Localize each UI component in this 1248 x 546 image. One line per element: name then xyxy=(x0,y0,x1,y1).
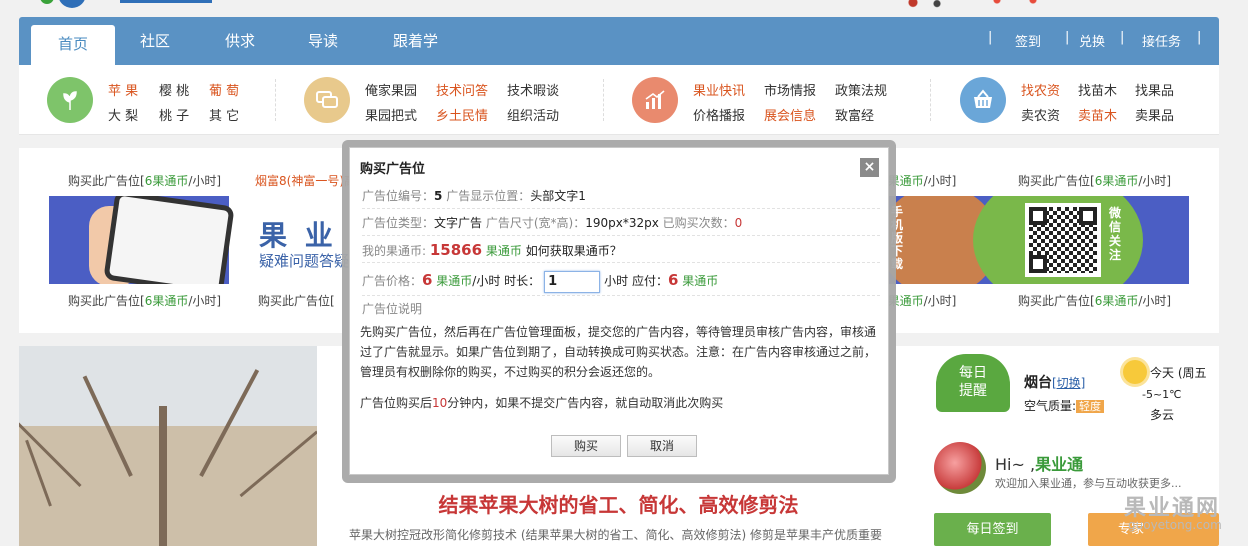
tree-branch xyxy=(25,439,52,507)
switch-city-link[interactable]: [切换] xyxy=(1052,376,1085,390)
cat-apple[interactable]: 苹 果 xyxy=(108,80,138,99)
cat-pear[interactable]: 大 梨 xyxy=(108,105,138,124)
cat-find-supplies[interactable]: 找农资 xyxy=(1021,80,1060,99)
cat-find-seedlings[interactable]: 找苗木 xyxy=(1078,80,1117,99)
cat-sell-supplies[interactable]: 卖农资 xyxy=(1021,105,1060,124)
ad-slot-info-row: 广告位编号：5 广告显示位置：头部文字1 xyxy=(362,183,880,209)
exchange-link[interactable]: 兑换 xyxy=(1079,31,1105,50)
cat-policy[interactable]: 政策法规 xyxy=(835,80,887,99)
tab-community[interactable]: 社区 xyxy=(140,30,170,51)
checkin-link[interactable]: 签到 xyxy=(1015,31,1041,50)
description-label: 广告位说明 xyxy=(362,302,423,316)
timeout-note: 广告位购买后10分钟内，如果不提交广告内容，就自动取消此次购买 xyxy=(360,396,724,410)
basket-icon xyxy=(960,77,1006,123)
leaf-icon xyxy=(47,77,93,123)
qr-code-icon xyxy=(1025,203,1101,277)
ad-slot[interactable]: 购买此广告位[6果通币/小时] xyxy=(68,292,221,309)
cat-market[interactable]: 市场情报 xyxy=(764,80,816,99)
tab-home[interactable]: 首页 xyxy=(31,25,115,65)
cat-tech-chat[interactable]: 技术暇谈 xyxy=(507,80,559,99)
divider xyxy=(603,79,604,121)
chart-icon xyxy=(632,77,678,123)
cat-expo[interactable]: 展会信息 xyxy=(764,105,816,124)
decoration xyxy=(895,0,955,12)
cat-grape[interactable]: 葡 萄 xyxy=(209,80,239,99)
tab-guide[interactable]: 导读 xyxy=(308,30,338,51)
decoration xyxy=(985,0,1045,8)
avatar[interactable] xyxy=(934,442,986,494)
nav-separator: | xyxy=(1197,30,1202,45)
top-strip xyxy=(0,0,1248,16)
close-icon[interactable]: × xyxy=(860,158,879,177)
ad-type-row: 广告位类型：文字广告 广告尺寸(宽*高)：190px*32px 已购买次数：0 xyxy=(362,210,880,236)
weather-today: 今天 (周五 xyxy=(1150,366,1207,380)
sun-icon xyxy=(1123,360,1147,384)
daily-checkin-button[interactable]: 每日签到 xyxy=(934,513,1051,546)
description-text: 先购买广告位，然后再在广告位管理面板，提交您的广告内容，等待管理员审核广告内容，… xyxy=(360,325,877,379)
buy-button[interactable]: 购买 xyxy=(551,435,621,457)
phone-image xyxy=(103,196,235,284)
cat-cherry[interactable]: 樱 桃 xyxy=(159,80,189,99)
greeting: Hi~ ,果业通 xyxy=(995,455,1084,474)
logo-leaf xyxy=(40,0,54,4)
ad-slot[interactable]: 购买此广告位[6果通币/小时] xyxy=(1018,172,1171,189)
ad-slot[interactable]: 购买此广告位[6果通币/小时] xyxy=(68,172,221,189)
category-bar: 苹 果 樱 桃 葡 萄 大 梨 桃 子 其 它 俺家果园 技术问答 技术暇谈 果… xyxy=(19,65,1219,135)
weather-desc: 多云 xyxy=(1150,408,1175,422)
sky xyxy=(19,346,317,426)
banner-subtitle: 疑难问题答疑 xyxy=(259,252,350,270)
main-nav: 首页 社区 供求 导读 跟着学 | 签到 | 兑换 | 接任务 | xyxy=(19,17,1219,65)
welcome-text: 欢迎加入果业通，参与互动收获更多... xyxy=(995,477,1182,490)
divider xyxy=(275,79,276,121)
watermark-url: guoyetong.com xyxy=(1128,518,1222,532)
chat-icon xyxy=(304,77,350,123)
cat-tech-qa[interactable]: 技术问答 xyxy=(436,80,488,99)
cat-find-fruit[interactable]: 找果品 xyxy=(1135,80,1174,99)
duration-input[interactable]: 1 xyxy=(544,270,601,293)
cat-other[interactable]: 其 它 xyxy=(209,105,239,124)
article-summary: 苹果大树控冠改形简化修剪技术 (结果苹果大树的省工、简化、高效修剪法) 修剪是苹… xyxy=(349,528,882,542)
cat-orchard-master[interactable]: 果园把式 xyxy=(365,105,417,124)
cat-news[interactable]: 果业快讯 xyxy=(693,80,745,99)
cat-prices[interactable]: 价格播报 xyxy=(693,105,745,124)
article-image[interactable] xyxy=(19,346,317,546)
tab-supply[interactable]: 供求 xyxy=(225,30,255,51)
tab-learn[interactable]: 跟着学 xyxy=(393,30,438,51)
cat-rural-life[interactable]: 乡土民情 xyxy=(436,105,488,124)
how-to-get-coins-link[interactable]: 如何获取果通币？ xyxy=(522,244,622,258)
daily-reminder-badge: 每日 提醒 xyxy=(936,354,1010,412)
logo-mark[interactable] xyxy=(58,0,86,8)
cat-sell-fruit[interactable]: 卖果品 xyxy=(1135,105,1174,124)
cancel-button[interactable]: 取消 xyxy=(627,435,697,457)
cat-my-orchard[interactable]: 俺家果园 xyxy=(365,80,417,99)
nav-separator: | xyxy=(988,30,993,45)
weather-temp: -5~1℃ xyxy=(1142,388,1182,401)
buy-ad-dialog: 购买广告位 × 广告位编号：5 广告显示位置：头部文字1 广告位类型：文字广告 … xyxy=(349,147,889,475)
price-row: 广告价格：6 果通币/小时 时长： 1 小时 应付：6 果通币 xyxy=(362,264,880,296)
dialog-title: 购买广告位 xyxy=(360,162,426,177)
wechat-text: 微信关注 xyxy=(1109,206,1122,262)
air-quality: 空气质量: 轻度 xyxy=(1024,397,1105,414)
cat-activities[interactable]: 组织活动 xyxy=(507,105,559,124)
cat-peach[interactable]: 桃 子 xyxy=(159,105,189,124)
divider xyxy=(930,79,931,121)
logo-bar xyxy=(120,0,212,3)
city-name: 烟台[切换] xyxy=(1024,375,1086,391)
ad-slot-text[interactable]: 烟富8(神富一号)高 xyxy=(255,172,356,189)
cat-wealth[interactable]: 致富经 xyxy=(835,105,874,124)
my-coins-row: 我的果通币: 15866 果通币 如何获取果通币？ xyxy=(362,237,880,263)
article-title[interactable]: 结果苹果大树的省工、简化、高效修剪法 xyxy=(317,489,920,518)
nav-separator: | xyxy=(1120,30,1125,45)
nav-separator: | xyxy=(1065,30,1070,45)
tree-trunk xyxy=(159,406,167,546)
tree-branch xyxy=(239,430,317,498)
task-link[interactable]: 接任务 xyxy=(1142,31,1181,50)
cat-sell-seedlings[interactable]: 卖苗木 xyxy=(1078,105,1117,124)
ad-slot[interactable]: 购买此广告位[6果通币/小时] xyxy=(1018,292,1171,309)
ad-slot[interactable]: 购买此广告位[ xyxy=(258,292,335,309)
